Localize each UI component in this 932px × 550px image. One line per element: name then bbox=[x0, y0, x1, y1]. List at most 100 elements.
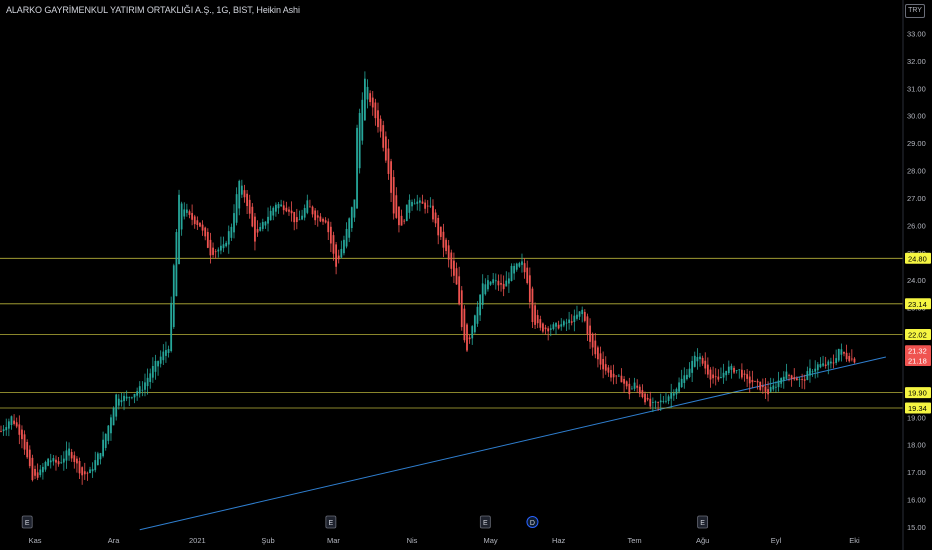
candle-body bbox=[81, 467, 84, 476]
candle-body bbox=[562, 321, 565, 326]
candle-body bbox=[269, 210, 272, 221]
candle-body bbox=[131, 397, 133, 399]
candle-body bbox=[560, 324, 563, 327]
price-chart[interactable]: 15.0016.0017.0018.0019.0020.0021.0022.00… bbox=[0, 0, 932, 550]
candle-body bbox=[644, 393, 646, 403]
candle-body bbox=[298, 219, 301, 221]
candle-body bbox=[824, 364, 827, 367]
candle-body bbox=[0, 431, 2, 432]
candle-body bbox=[759, 381, 762, 390]
candle-body bbox=[672, 393, 675, 396]
candle-body bbox=[589, 325, 591, 342]
candle-body bbox=[251, 206, 254, 227]
candle-body bbox=[110, 417, 112, 434]
candle-body bbox=[573, 315, 576, 323]
candle-body bbox=[405, 204, 408, 222]
candle-body bbox=[178, 194, 180, 265]
candle-body bbox=[536, 315, 539, 324]
candle-body bbox=[225, 242, 228, 247]
candle-body bbox=[65, 450, 68, 461]
candle-body bbox=[617, 375, 620, 377]
candle-body bbox=[206, 231, 209, 248]
candle-body bbox=[104, 433, 107, 448]
event-marker-label: E bbox=[483, 520, 488, 527]
x-tick-label: Ara bbox=[108, 536, 121, 545]
candle-body bbox=[403, 220, 406, 222]
candle-body bbox=[62, 458, 65, 463]
candle-body bbox=[662, 400, 665, 402]
y-tick-label: 17.00 bbox=[907, 468, 926, 477]
candle-body bbox=[345, 228, 348, 247]
candle-body bbox=[500, 283, 502, 285]
candle-body bbox=[803, 379, 806, 381]
candle-body bbox=[332, 235, 335, 254]
candle-body bbox=[460, 290, 463, 328]
candle-body bbox=[235, 194, 238, 223]
candle-body bbox=[314, 210, 317, 221]
candle-body bbox=[811, 371, 814, 373]
candle-body bbox=[68, 448, 70, 456]
candle-body bbox=[549, 328, 552, 330]
candle-body bbox=[159, 356, 162, 364]
candle-body bbox=[183, 209, 186, 217]
candle-body bbox=[18, 424, 21, 435]
candle-body bbox=[384, 136, 387, 161]
currency-button[interactable]: TRY bbox=[905, 4, 925, 18]
candle-body bbox=[353, 199, 356, 218]
candle-body bbox=[853, 358, 856, 363]
candle-body bbox=[688, 368, 691, 377]
candle-body bbox=[99, 453, 102, 460]
candle-body bbox=[746, 374, 749, 379]
candle-body bbox=[654, 401, 657, 403]
candle-body bbox=[822, 363, 824, 366]
candle-body bbox=[256, 229, 259, 233]
candle-body bbox=[552, 324, 555, 330]
candle-body bbox=[502, 283, 505, 290]
candle-body bbox=[123, 395, 125, 402]
candle-body bbox=[128, 397, 131, 399]
candle-body bbox=[528, 275, 531, 302]
candle-body bbox=[513, 265, 516, 274]
candle-body bbox=[476, 306, 479, 324]
candle-body bbox=[521, 261, 523, 265]
candle-body bbox=[507, 278, 510, 284]
candle-body bbox=[793, 377, 796, 380]
candle-body bbox=[534, 305, 536, 325]
x-tick-label: Nis bbox=[407, 536, 418, 545]
candle-body bbox=[227, 231, 230, 245]
candle-body bbox=[293, 211, 296, 223]
candle-body bbox=[175, 232, 178, 297]
candle-body bbox=[667, 396, 670, 402]
candle-body bbox=[683, 375, 686, 383]
candle-body bbox=[369, 93, 372, 103]
candle-body bbox=[21, 429, 23, 440]
candle-body bbox=[125, 396, 128, 399]
candle-body bbox=[670, 392, 673, 399]
candle-body bbox=[185, 209, 188, 213]
candle-body bbox=[418, 200, 421, 203]
candle-body bbox=[442, 231, 445, 248]
candle-body bbox=[631, 388, 633, 390]
candle-body bbox=[44, 461, 47, 470]
candle-body bbox=[13, 420, 15, 424]
candle-body bbox=[309, 206, 311, 208]
candle-body bbox=[5, 427, 8, 431]
candle-body bbox=[254, 216, 256, 242]
candle-body bbox=[790, 375, 793, 379]
candle-body bbox=[597, 347, 599, 360]
candle-body bbox=[233, 213, 235, 233]
candle-body bbox=[720, 377, 722, 379]
candle-body bbox=[55, 459, 57, 463]
candle-body bbox=[835, 358, 838, 363]
candle-body bbox=[675, 388, 678, 395]
candle-body bbox=[638, 386, 641, 394]
candle-body bbox=[542, 323, 544, 332]
candle-body bbox=[57, 461, 60, 465]
candle-body bbox=[261, 222, 264, 229]
candle-body bbox=[306, 200, 309, 213]
trend-line[interactable] bbox=[139, 356, 886, 531]
candle-body bbox=[86, 472, 89, 474]
event-marker-label: E bbox=[329, 520, 334, 527]
candle-body bbox=[523, 263, 526, 273]
candle-body bbox=[141, 389, 144, 391]
